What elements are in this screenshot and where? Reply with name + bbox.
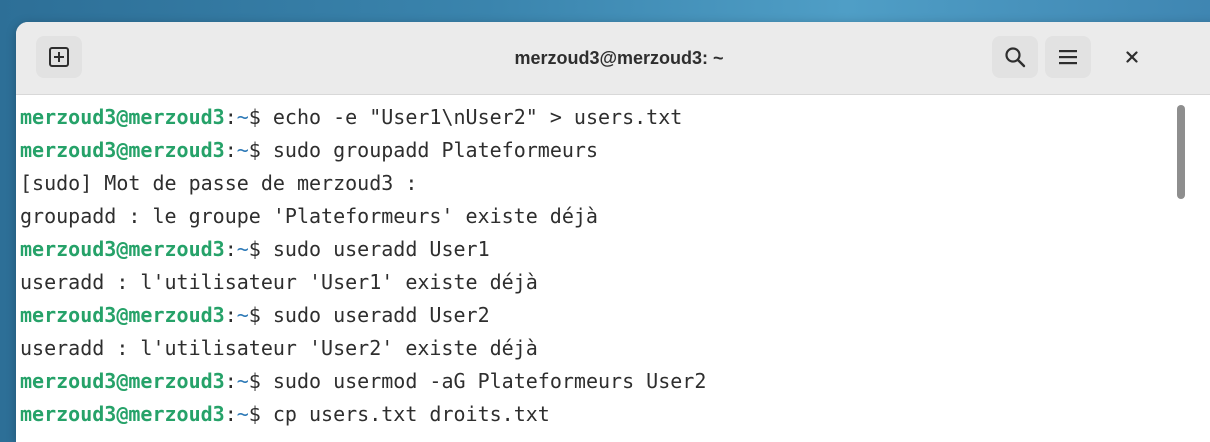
- prompt-separator: :: [224, 303, 237, 327]
- terminal-output[interactable]: merzoud3@merzoud3:~$ echo -e "User1\nUse…: [16, 95, 1176, 442]
- terminal-line: merzoud3@merzoud3:~$ sudo useradd User2: [20, 299, 1176, 332]
- prompt-user: merzoud3@merzoud3: [20, 369, 225, 393]
- terminal-line: merzoud3@merzoud3:~$ cp users.txt droits…: [20, 398, 1176, 431]
- hamburger-menu-icon: [1059, 50, 1077, 65]
- prompt-path: ~: [236, 237, 249, 261]
- prompt-user: merzoud3@merzoud3: [20, 303, 225, 327]
- prompt-separator: :: [224, 369, 237, 393]
- close-button[interactable]: [1109, 36, 1155, 78]
- terminal-line: [sudo] Mot de passe de merzoud3 :: [20, 167, 1176, 200]
- command-text: $ sudo usermod -aG Plateformeurs User2: [248, 369, 707, 393]
- terminal-line: useradd : l'utilisateur 'User2' existe d…: [20, 332, 1176, 365]
- terminal-line: merzoud3@merzoud3:~$ sudo usermod -aG Pl…: [20, 365, 1176, 398]
- prompt-user: merzoud3@merzoud3: [20, 402, 225, 426]
- search-button[interactable]: [992, 36, 1038, 78]
- prompt-user: merzoud3@merzoud3: [20, 237, 225, 261]
- prompt-user: merzoud3@merzoud3: [20, 138, 225, 162]
- terminal-line: merzoud3@merzoud3:~$ echo -e "User1\nUse…: [20, 101, 1176, 134]
- command-text: $ sudo groupadd Plateformeurs: [248, 138, 598, 162]
- prompt-separator: :: [224, 237, 237, 261]
- prompt-path: ~: [236, 303, 249, 327]
- menu-button[interactable]: [1045, 36, 1091, 78]
- command-text: $ cp users.txt droits.txt: [248, 402, 550, 426]
- prompt-path: ~: [236, 369, 249, 393]
- command-text: $ echo -e "User1\nUser2" > users.txt: [248, 105, 683, 129]
- vertical-scrollbar[interactable]: [1174, 95, 1188, 442]
- prompt-separator: :: [224, 402, 237, 426]
- prompt-user: merzoud3@merzoud3: [20, 105, 225, 129]
- prompt-separator: :: [224, 138, 237, 162]
- prompt-path: ~: [236, 105, 249, 129]
- terminal-line: useradd : l'utilisateur 'User1' existe d…: [20, 266, 1176, 299]
- command-text: $ sudo useradd User2: [248, 303, 490, 327]
- output-text: useradd : l'utilisateur 'User2' existe d…: [20, 336, 538, 360]
- command-text: $ sudo useradd User1: [248, 237, 490, 261]
- terminal-line: merzoud3@merzoud3:~$ sudo groupadd Plate…: [20, 134, 1176, 167]
- output-text: groupadd : le groupe 'Plateformeurs' exi…: [20, 204, 598, 228]
- title-bar: merzoud3@merzoud3: ~: [16, 22, 1210, 95]
- search-icon: [1005, 47, 1026, 68]
- terminal-line: groupadd : le groupe 'Plateformeurs' exi…: [20, 200, 1176, 233]
- prompt-path: ~: [236, 138, 249, 162]
- output-text: [sudo] Mot de passe de merzoud3 :: [20, 171, 418, 195]
- terminal-window: merzoud3@merzoud3: ~ merzoud3@merzoud3:~…: [16, 22, 1210, 442]
- prompt-separator: :: [224, 105, 237, 129]
- scrollbar-thumb[interactable]: [1177, 105, 1185, 199]
- output-text: useradd : l'utilisateur 'User1' existe d…: [20, 270, 538, 294]
- terminal-line: merzoud3@merzoud3:~$ sudo useradd User1: [20, 233, 1176, 266]
- prompt-path: ~: [236, 402, 249, 426]
- close-icon: [1126, 51, 1138, 63]
